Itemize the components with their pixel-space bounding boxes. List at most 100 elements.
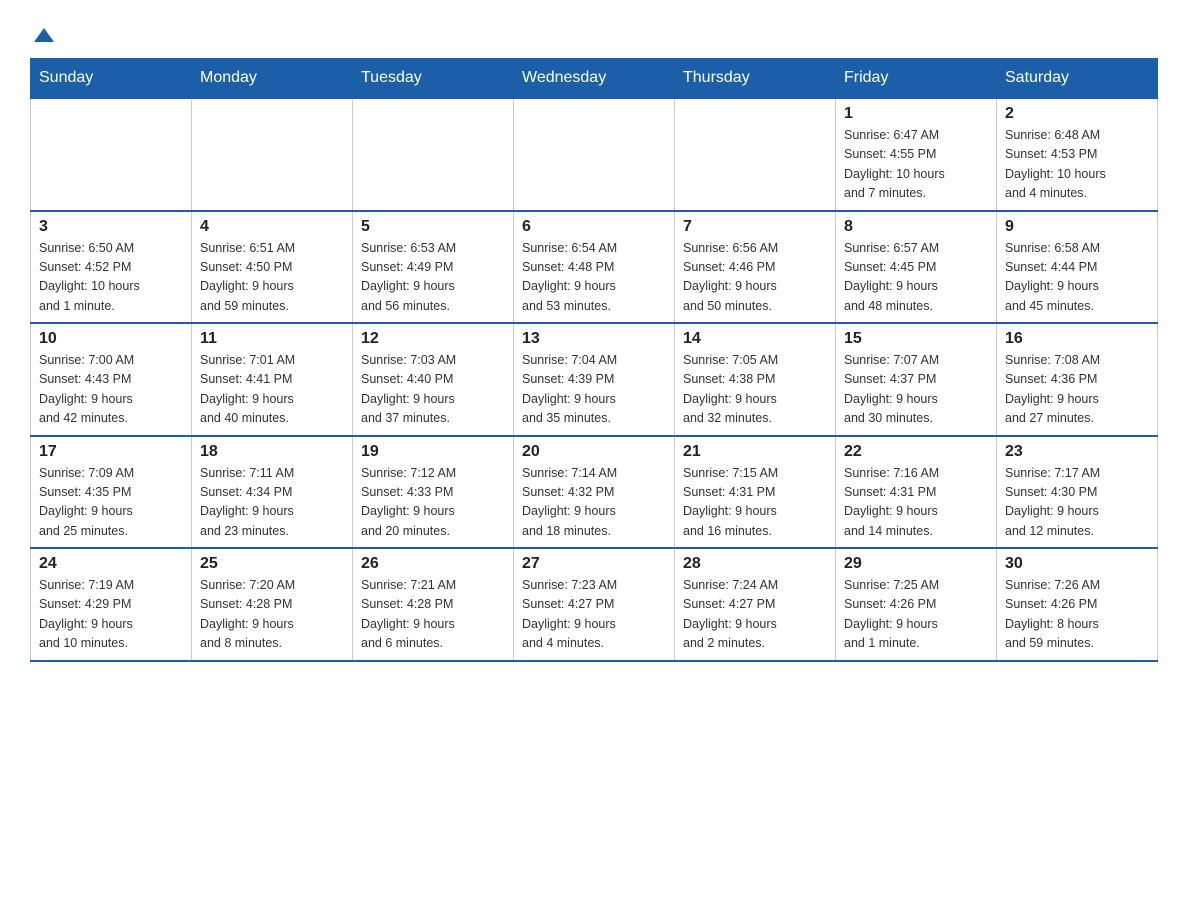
- day-info: Sunrise: 7:19 AM Sunset: 4:29 PM Dayligh…: [39, 576, 183, 654]
- calendar-cell: [353, 98, 514, 211]
- day-number: 14: [683, 330, 827, 348]
- calendar-cell: 23 Sunrise: 7:17 AM Sunset: 4:30 PM Dayli…: [997, 436, 1158, 549]
- day-info: Sunrise: 6:53 AM Sunset: 4:49 PM Dayligh…: [361, 239, 505, 317]
- day-info: Sunrise: 6:47 AM Sunset: 4:55 PM Dayligh…: [844, 126, 988, 204]
- calendar-week-row-3: 10Sunrise: 7:00 AM Sunset: 4:43 PM Dayli…: [31, 323, 1158, 436]
- weekday-header-tuesday: Tuesday: [353, 59, 514, 99]
- calendar-cell: 15 Sunrise: 7:07 AM Sunset: 4:37 PM Dayli…: [836, 323, 997, 436]
- day-number: 16: [1005, 330, 1149, 348]
- weekday-header-wednesday: Wednesday: [514, 59, 675, 99]
- day-info: Sunrise: 7:08 AM Sunset: 4:36 PM Dayligh…: [1005, 351, 1149, 429]
- day-info: Sunrise: 7:09 AM Sunset: 4:35 PM Dayligh…: [39, 464, 183, 542]
- day-number: 30: [1005, 555, 1149, 573]
- day-number: 29: [844, 555, 988, 573]
- calendar-cell: 9Sunrise: 6:58 AM Sunset: 4:44 PM Daylig…: [997, 211, 1158, 324]
- calendar-cell: 2 Sunrise: 6:48 AM Sunset: 4:53 PM Daylig…: [997, 98, 1158, 211]
- calendar-cell: 21 Sunrise: 7:15 AM Sunset: 4:31 PM Dayli…: [675, 436, 836, 549]
- calendar-cell: 28Sunrise: 7:24 AM Sunset: 4:27 PM Dayli…: [675, 548, 836, 661]
- day-info: Sunrise: 7:12 AM Sunset: 4:33 PM Dayligh…: [361, 464, 505, 542]
- calendar-cell: 8 Sunrise: 6:57 AM Sunset: 4:45 PM Daylig…: [836, 211, 997, 324]
- day-info: Sunrise: 7:07 AM Sunset: 4:37 PM Dayligh…: [844, 351, 988, 429]
- day-info: Sunrise: 6:57 AM Sunset: 4:45 PM Dayligh…: [844, 239, 988, 317]
- calendar-cell: [675, 98, 836, 211]
- calendar-cell: 29 Sunrise: 7:25 AM Sunset: 4:26 PM Dayli…: [836, 548, 997, 661]
- day-info: Sunrise: 7:04 AM Sunset: 4:39 PM Dayligh…: [522, 351, 666, 429]
- calendar-cell: 5 Sunrise: 6:53 AM Sunset: 4:49 PM Daylig…: [353, 211, 514, 324]
- logo-triangle-icon: [34, 28, 54, 42]
- day-number: 22: [844, 443, 988, 461]
- day-number: 15: [844, 330, 988, 348]
- calendar-cell: 12 Sunrise: 7:03 AM Sunset: 4:40 PM Dayli…: [353, 323, 514, 436]
- calendar-cell: 7 Sunrise: 6:56 AM Sunset: 4:46 PM Daylig…: [675, 211, 836, 324]
- weekday-header-sunday: Sunday: [31, 59, 192, 99]
- calendar-cell: 16 Sunrise: 7:08 AM Sunset: 4:36 PM Dayli…: [997, 323, 1158, 436]
- day-info: Sunrise: 7:21 AM Sunset: 4:28 PM Dayligh…: [361, 576, 505, 654]
- day-number: 4: [200, 218, 344, 236]
- calendar-cell: 30 Sunrise: 7:26 AM Sunset: 4:26 PM Dayli…: [997, 548, 1158, 661]
- day-number: 8: [844, 218, 988, 236]
- calendar-cell: 17 Sunrise: 7:09 AM Sunset: 4:35 PM Dayli…: [31, 436, 192, 549]
- day-number: 25: [200, 555, 344, 573]
- day-info: Sunrise: 6:54 AM Sunset: 4:48 PM Dayligh…: [522, 239, 666, 317]
- calendar-week-row-5: 24 Sunrise: 7:19 AM Sunset: 4:29 PM Dayli…: [31, 548, 1158, 661]
- calendar-cell: 27Sunrise: 7:23 AM Sunset: 4:27 PM Dayli…: [514, 548, 675, 661]
- logo: [30, 20, 54, 40]
- day-number: 2: [1005, 105, 1149, 123]
- calendar-cell: [514, 98, 675, 211]
- calendar-cell: 20 Sunrise: 7:14 AM Sunset: 4:32 PM Dayli…: [514, 436, 675, 549]
- day-number: 19: [361, 443, 505, 461]
- calendar-cell: 11Sunrise: 7:01 AM Sunset: 4:41 PM Dayli…: [192, 323, 353, 436]
- day-number: 5: [361, 218, 505, 236]
- day-info: Sunrise: 7:11 AM Sunset: 4:34 PM Dayligh…: [200, 464, 344, 542]
- calendar-cell: 13Sunrise: 7:04 AM Sunset: 4:39 PM Dayli…: [514, 323, 675, 436]
- calendar-cell: 25 Sunrise: 7:20 AM Sunset: 4:28 PM Dayli…: [192, 548, 353, 661]
- day-number: 26: [361, 555, 505, 573]
- calendar-cell: 19 Sunrise: 7:12 AM Sunset: 4:33 PM Dayli…: [353, 436, 514, 549]
- day-info: Sunrise: 6:48 AM Sunset: 4:53 PM Dayligh…: [1005, 126, 1149, 204]
- day-number: 17: [39, 443, 183, 461]
- day-info: Sunrise: 6:51 AM Sunset: 4:50 PM Dayligh…: [200, 239, 344, 317]
- calendar-cell: 22 Sunrise: 7:16 AM Sunset: 4:31 PM Dayli…: [836, 436, 997, 549]
- calendar-cell: [192, 98, 353, 211]
- weekday-header-saturday: Saturday: [997, 59, 1158, 99]
- calendar-week-row-2: 3Sunrise: 6:50 AM Sunset: 4:52 PM Daylig…: [31, 211, 1158, 324]
- day-number: 23: [1005, 443, 1149, 461]
- day-number: 3: [39, 218, 183, 236]
- day-info: Sunrise: 7:20 AM Sunset: 4:28 PM Dayligh…: [200, 576, 344, 654]
- day-info: Sunrise: 7:23 AM Sunset: 4:27 PM Dayligh…: [522, 576, 666, 654]
- day-info: Sunrise: 7:16 AM Sunset: 4:31 PM Dayligh…: [844, 464, 988, 542]
- logo-icon: [34, 28, 54, 42]
- day-number: 7: [683, 218, 827, 236]
- calendar-cell: 26 Sunrise: 7:21 AM Sunset: 4:28 PM Dayli…: [353, 548, 514, 661]
- day-number: 21: [683, 443, 827, 461]
- day-info: Sunrise: 6:56 AM Sunset: 4:46 PM Dayligh…: [683, 239, 827, 317]
- day-info: Sunrise: 7:03 AM Sunset: 4:40 PM Dayligh…: [361, 351, 505, 429]
- day-info: Sunrise: 7:14 AM Sunset: 4:32 PM Dayligh…: [522, 464, 666, 542]
- day-info: Sunrise: 7:15 AM Sunset: 4:31 PM Dayligh…: [683, 464, 827, 542]
- calendar-cell: 14 Sunrise: 7:05 AM Sunset: 4:38 PM Dayli…: [675, 323, 836, 436]
- day-number: 24: [39, 555, 183, 573]
- calendar-cell: 24 Sunrise: 7:19 AM Sunset: 4:29 PM Dayli…: [31, 548, 192, 661]
- calendar-cell: 4 Sunrise: 6:51 AM Sunset: 4:50 PM Daylig…: [192, 211, 353, 324]
- header: [30, 20, 1158, 40]
- calendar-week-row-1: 1 Sunrise: 6:47 AM Sunset: 4:55 PM Daylig…: [31, 98, 1158, 211]
- weekday-header-thursday: Thursday: [675, 59, 836, 99]
- day-number: 20: [522, 443, 666, 461]
- day-info: Sunrise: 7:24 AM Sunset: 4:27 PM Dayligh…: [683, 576, 827, 654]
- day-number: 9: [1005, 218, 1149, 236]
- day-number: 18: [200, 443, 344, 461]
- calendar-week-row-4: 17 Sunrise: 7:09 AM Sunset: 4:35 PM Dayli…: [31, 436, 1158, 549]
- day-info: Sunrise: 7:26 AM Sunset: 4:26 PM Dayligh…: [1005, 576, 1149, 654]
- day-number: 6: [522, 218, 666, 236]
- calendar-cell: 18 Sunrise: 7:11 AM Sunset: 4:34 PM Dayli…: [192, 436, 353, 549]
- day-info: Sunrise: 7:05 AM Sunset: 4:38 PM Dayligh…: [683, 351, 827, 429]
- calendar-cell: 6 Sunrise: 6:54 AM Sunset: 4:48 PM Daylig…: [514, 211, 675, 324]
- calendar-cell: 10Sunrise: 7:00 AM Sunset: 4:43 PM Dayli…: [31, 323, 192, 436]
- day-number: 12: [361, 330, 505, 348]
- day-info: Sunrise: 7:01 AM Sunset: 4:41 PM Dayligh…: [200, 351, 344, 429]
- day-number: 10: [39, 330, 183, 348]
- calendar-cell: 3Sunrise: 6:50 AM Sunset: 4:52 PM Daylig…: [31, 211, 192, 324]
- day-info: Sunrise: 7:25 AM Sunset: 4:26 PM Dayligh…: [844, 576, 988, 654]
- day-info: Sunrise: 7:17 AM Sunset: 4:30 PM Dayligh…: [1005, 464, 1149, 542]
- day-number: 1: [844, 105, 988, 123]
